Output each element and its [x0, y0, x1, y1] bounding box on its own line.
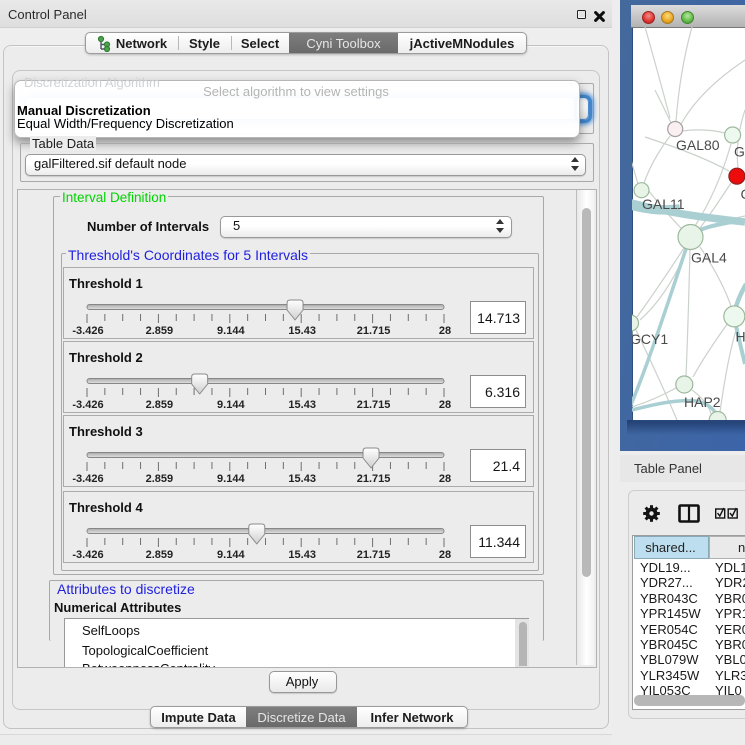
- svg-text:GAL80: GAL80: [676, 137, 720, 153]
- svg-text:GAL11: GAL11: [642, 196, 685, 212]
- svg-text:HAP2: HAP2: [684, 394, 721, 410]
- svg-text:GAL4: GAL4: [691, 250, 727, 266]
- svg-text:CY: CY: [741, 186, 745, 202]
- svg-text:GA: GA: [734, 144, 745, 160]
- svg-text:GCY1: GCY1: [632, 331, 668, 347]
- svg-text:HI: HI: [736, 329, 745, 345]
